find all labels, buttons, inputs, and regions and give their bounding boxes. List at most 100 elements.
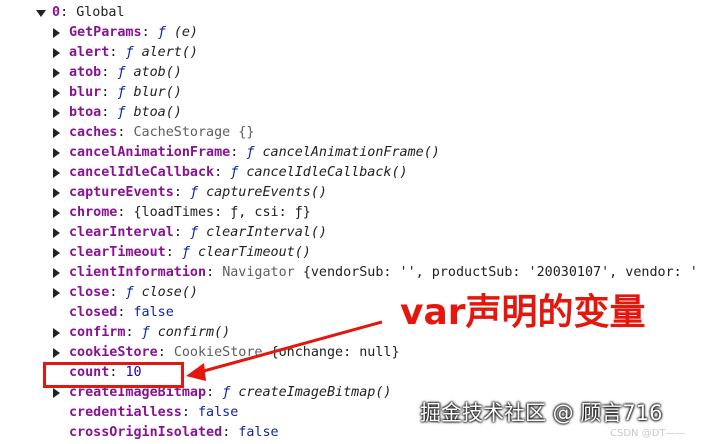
property-colon: : (109, 285, 126, 300)
property-key: clearTimeout (69, 245, 166, 260)
property-colon: : (101, 65, 118, 80)
property-value: {vendorSub: '', productSub: '20030107', … (302, 265, 698, 280)
property-row[interactable]: atob: ƒ atob() (52, 63, 182, 83)
property-key: clearInterval (69, 225, 174, 240)
property-row[interactable]: caches: CacheStorage {} (52, 123, 254, 143)
function-glyph: ƒ (189, 185, 198, 200)
property-row[interactable]: crossOriginIsolated: false (52, 423, 279, 443)
triangle-down-icon[interactable] (36, 10, 46, 17)
triangle-right-icon[interactable] (53, 328, 60, 338)
property-key: crossOriginIsolated (69, 425, 223, 440)
property-key: chrome (69, 205, 118, 220)
function-glyph: ƒ (125, 285, 134, 300)
property-value: false (198, 405, 239, 420)
global-scope-row[interactable]: 0: Global (36, 3, 125, 23)
property-colon: : (206, 265, 223, 280)
function-glyph: ƒ (117, 85, 126, 100)
function-signature: createImageBitmap() (238, 385, 392, 400)
property-row[interactable]: btoa: ƒ btoa() (52, 103, 182, 123)
function-glyph: ƒ (117, 65, 126, 80)
property-type: CookieStore (173, 345, 263, 360)
property-colon: : (157, 345, 174, 360)
function-signature: (e) (173, 25, 198, 40)
property-row[interactable]: cancelIdleCallback: ƒ cancelIdleCallback… (52, 163, 408, 183)
triangle-right-icon[interactable] (53, 188, 60, 198)
triangle-right-icon[interactable] (53, 28, 60, 38)
triangle-right-icon[interactable] (53, 148, 60, 158)
triangle-right-icon[interactable] (53, 288, 60, 298)
function-signature: clearTimeout() (198, 245, 311, 260)
property-key: cancelIdleCallback (69, 165, 215, 180)
property-colon: : (206, 385, 223, 400)
function-signature: cancelIdleCallback() (246, 165, 408, 180)
triangle-right-icon[interactable] (53, 208, 60, 218)
triangle-right-icon[interactable] (53, 388, 60, 398)
property-row[interactable]: clientInformation: Navigator {vendorSub:… (52, 263, 698, 283)
triangle-right-icon[interactable] (53, 268, 60, 278)
property-key: alert (69, 45, 110, 60)
property-row[interactable]: closed: false (52, 303, 174, 323)
property-key: cancelAnimationFrame (69, 145, 231, 160)
property-key: cookieStore (69, 345, 158, 360)
property-colon: : (173, 185, 190, 200)
property-colon: : (173, 225, 190, 240)
property-row[interactable]: GetParams: ƒ (e) (52, 23, 198, 43)
property-row[interactable]: blur: ƒ blur() (52, 83, 182, 103)
property-row[interactable]: confirm: ƒ confirm() (52, 323, 230, 343)
property-colon: : (165, 245, 182, 260)
function-glyph: ƒ (246, 145, 255, 160)
property-value: false (133, 305, 174, 320)
triangle-right-icon[interactable] (53, 168, 60, 178)
property-key: caches (69, 125, 118, 140)
property-value: false (238, 425, 279, 440)
property-key: clientInformation (69, 265, 207, 280)
property-colon: : (222, 425, 239, 440)
property-row[interactable]: chrome: {loadTimes: ƒ, csi: ƒ} (52, 203, 311, 223)
property-colon: : (230, 145, 247, 160)
property-row[interactable]: cookieStore: CookieStore {onchange: null… (52, 343, 400, 363)
function-signature: cancelAnimationFrame() (262, 145, 440, 160)
property-row[interactable]: clearTimeout: ƒ clearTimeout() (52, 243, 311, 263)
function-signature: confirm() (157, 325, 231, 340)
triangle-right-icon[interactable] (53, 48, 60, 58)
watermark-small: CSDN @DT—— (610, 428, 686, 439)
triangle-right-icon[interactable] (53, 228, 60, 238)
property-row[interactable]: clearInterval: ƒ clearInterval() (52, 223, 327, 243)
function-glyph: ƒ (141, 325, 150, 340)
function-glyph: ƒ (181, 245, 190, 260)
property-key: credentialless (69, 405, 182, 420)
function-signature: alert() (141, 45, 198, 60)
property-row[interactable]: alert: ƒ alert() (52, 43, 198, 63)
function-glyph: ƒ (117, 105, 126, 120)
property-colon: : (117, 205, 134, 220)
function-signature: btoa() (133, 105, 182, 120)
property-key: btoa (69, 105, 102, 120)
property-colon: : (125, 325, 142, 340)
property-row[interactable]: captureEvents: ƒ captureEvents() (52, 183, 327, 203)
function-signature: atob() (133, 65, 182, 80)
function-signature: clearInterval() (206, 225, 327, 240)
property-row[interactable]: cancelAnimationFrame: ƒ cancelAnimationF… (52, 143, 440, 163)
property-row[interactable]: credentialless: false (52, 403, 238, 423)
triangle-right-icon[interactable] (53, 128, 60, 138)
property-colon: : (214, 165, 231, 180)
property-row[interactable]: close: ƒ close() (52, 283, 198, 303)
triangle-right-icon[interactable] (53, 348, 60, 358)
property-colon: : (141, 25, 158, 40)
property-key: blur (69, 85, 102, 100)
triangle-right-icon[interactable] (53, 248, 60, 258)
triangle-right-icon[interactable] (53, 108, 60, 118)
watermark: 掘金技术社区 @ 顾言716 (420, 401, 663, 425)
property-colon: : (117, 125, 134, 140)
property-value: {loadTimes: ƒ, csi: ƒ} (133, 205, 311, 220)
property-colon: : (109, 45, 126, 60)
function-signature: close() (141, 285, 198, 300)
triangle-right-icon[interactable] (53, 68, 60, 78)
property-key: confirm (69, 325, 126, 340)
function-glyph: ƒ (189, 225, 198, 240)
property-key: captureEvents (69, 185, 174, 200)
function-glyph: ƒ (230, 165, 239, 180)
property-colon: : (117, 305, 134, 320)
triangle-right-icon[interactable] (53, 88, 60, 98)
scope-label: Global (76, 5, 125, 20)
